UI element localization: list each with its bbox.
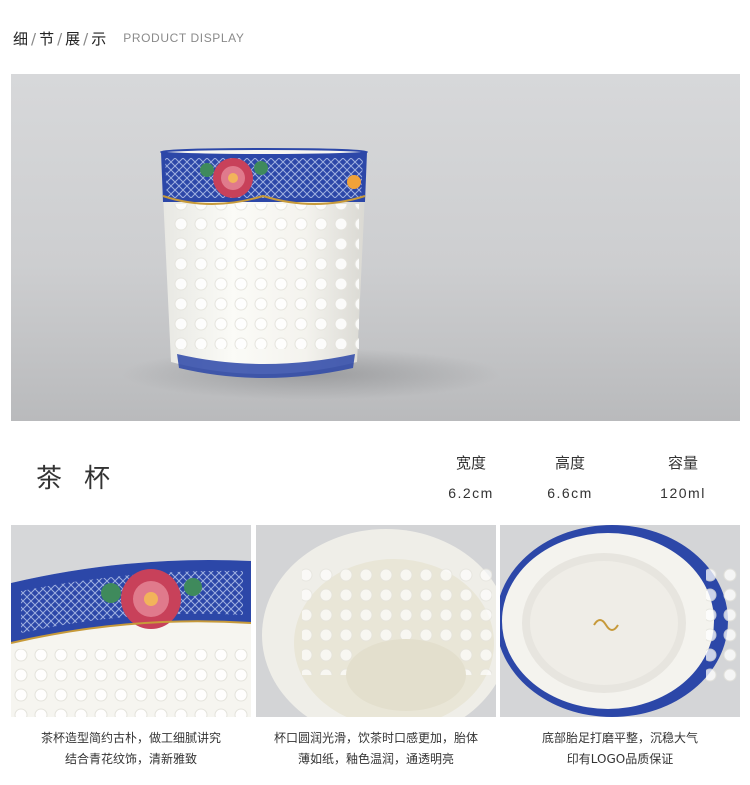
interior-illustration — [256, 525, 496, 717]
base-illustration — [500, 525, 740, 717]
title-char: 节 — [39, 29, 56, 48]
title-char: 细 — [13, 29, 30, 48]
teacup-hero-photo — [11, 74, 740, 421]
title-separator: / — [83, 29, 90, 48]
spec-label: 宽度 — [455, 454, 486, 472]
rim-closeup-illustration — [11, 525, 251, 717]
spec-label: 容量 — [667, 454, 698, 472]
base-photo — [500, 525, 740, 717]
rim-closeup-photo — [11, 525, 251, 717]
caption-base: 底部胎足打磨平整，沉稳大气 印有LOGO品质保证 — [500, 728, 740, 770]
spec-label: 高度 — [554, 454, 585, 472]
caption-rim: 茶杯造型简约古朴，做工细腻讲究 结合青花纹饰，清新雅致 — [11, 728, 251, 770]
caption-line: 印有LOGO品质保证 — [566, 752, 674, 766]
spec-capacity: 容量 120ml — [643, 452, 723, 501]
title-separator: / — [57, 29, 64, 48]
spec-value: 6.6cm — [547, 485, 593, 501]
spec-value: 6.2cm — [448, 485, 494, 501]
spec-height: 高度 6.6cm — [530, 452, 610, 501]
section-subtitle: PRODUCT DISPLAY — [123, 31, 245, 45]
section-header: 细 / 节 / 展 / 示 PRODUCT DISPLAY — [13, 26, 245, 50]
title-separator: / — [31, 29, 38, 48]
caption-line: 杯口圆润光滑，饮茶时口感更加，胎体 — [273, 731, 478, 745]
section-title: 细 / 节 / 展 / 示 — [13, 28, 107, 49]
caption-line: 底部胎足打磨平整，沉稳大气 — [541, 731, 698, 745]
spec-width: 宽度 6.2cm — [431, 452, 511, 501]
caption-interior: 杯口圆润光滑，饮茶时口感更加，胎体 薄如纸，釉色温润，通透明亮 — [256, 728, 496, 770]
caption-line: 结合青花纹饰，清新雅致 — [64, 752, 197, 766]
title-char: 示 — [91, 29, 108, 48]
interior-photo — [256, 525, 496, 717]
teacup-illustration — [121, 148, 501, 400]
caption-line: 茶杯造型简约古朴，做工细腻讲究 — [40, 731, 221, 745]
caption-line: 薄如纸，釉色温润，通透明亮 — [297, 752, 454, 766]
title-char: 展 — [65, 29, 82, 48]
spec-value: 120ml — [660, 485, 706, 501]
product-name: 茶杯 — [36, 464, 133, 494]
